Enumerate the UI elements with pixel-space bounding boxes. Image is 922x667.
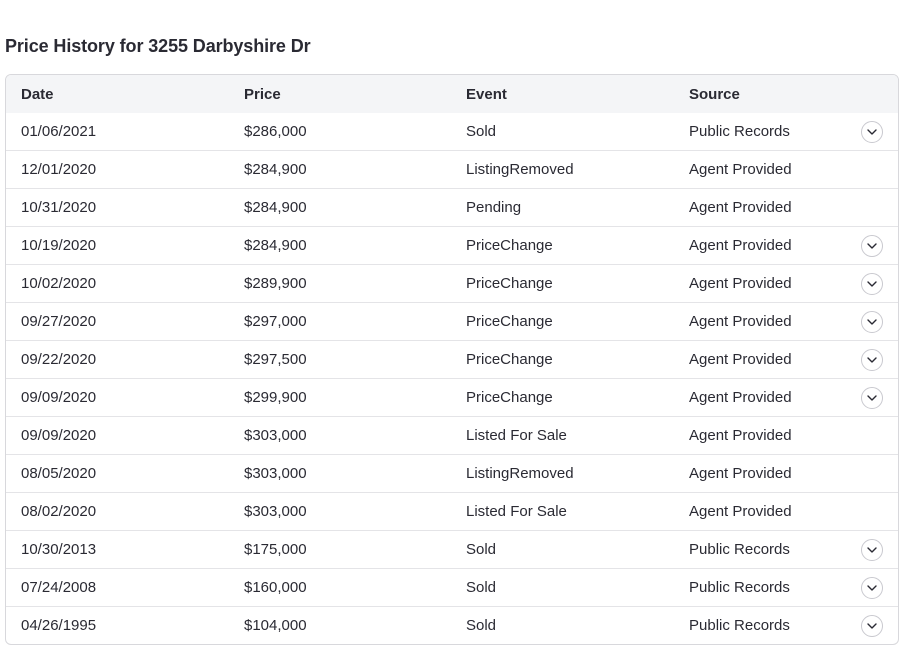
event-cell: Sold [466,617,497,634]
expand-row-button[interactable] [861,576,883,599]
table-row: 09/09/2020 $299,900 PriceChange Agent Pr… [6,378,898,416]
chevron-down-icon [867,318,877,325]
price-cell: $175,000 [244,541,307,558]
event-cell: Listed For Sale [466,427,567,444]
event-cell: PriceChange [466,313,553,330]
date-cell: 10/19/2020 [21,237,97,254]
table-row: 10/30/2013 $175,000 Sold Public Records [6,530,898,568]
table-row: 10/02/2020 $289,900 PriceChange Agent Pr… [6,264,898,302]
table-header-row: Date Price Event Source [6,75,898,113]
table-row: 08/02/2020 $303,000 Listed For Sale Agen… [6,492,898,530]
column-header-price: Price [244,85,281,103]
chevron-down-icon [867,546,877,553]
price-cell: $303,000 [244,503,307,520]
source-cell: Agent Provided [689,465,792,482]
table-row: 09/27/2020 $297,000 PriceChange Agent Pr… [6,302,898,340]
chevron-down-icon [867,356,877,363]
source-cell: Public Records [689,617,790,634]
date-cell: 10/30/2013 [21,541,97,558]
date-cell: 12/01/2020 [21,161,97,178]
chevron-down-icon [867,584,877,591]
price-cell: $297,000 [244,313,307,330]
page-title: Price History for 3255 Darbyshire Dr [5,36,311,56]
column-header-event: Event [466,85,507,103]
source-cell: Agent Provided [689,389,792,406]
expand-row-button[interactable] [861,310,883,333]
event-cell: PriceChange [466,351,553,368]
expand-row-button[interactable] [861,348,883,371]
table-body: 01/06/2021 $286,000 Sold Public Records … [6,113,898,644]
date-cell: 01/06/2021 [21,123,97,140]
source-cell: Agent Provided [689,503,792,520]
date-cell: 10/31/2020 [21,199,97,216]
table-row: 07/24/2008 $160,000 Sold Public Records [6,568,898,606]
price-cell: $303,000 [244,427,307,444]
price-cell: $284,900 [244,237,307,254]
date-cell: 08/05/2020 [21,465,97,482]
source-cell: Agent Provided [689,237,792,254]
expand-row-button[interactable] [861,234,883,257]
source-cell: Agent Provided [689,351,792,368]
chevron-down-icon [867,128,877,135]
chevron-down-icon [867,280,877,287]
source-cell: Public Records [689,541,790,558]
table-row: 09/09/2020 $303,000 Listed For Sale Agen… [6,416,898,454]
event-cell: PriceChange [466,237,553,254]
source-cell: Public Records [689,579,790,596]
event-cell: ListingRemoved [466,465,574,482]
table-row: 12/01/2020 $284,900 ListingRemoved Agent… [6,150,898,188]
date-cell: 09/09/2020 [21,389,97,406]
price-cell: $284,900 [244,161,307,178]
source-cell: Agent Provided [689,199,792,216]
source-cell: Agent Provided [689,275,792,292]
source-cell: Agent Provided [689,161,792,178]
event-cell: Sold [466,579,497,596]
chevron-down-icon [867,622,877,629]
price-history-table: Date Price Event Source 01/06/2021 $286,… [5,74,899,645]
date-cell: 04/26/1995 [21,617,97,634]
date-cell: 10/02/2020 [21,275,97,292]
price-cell: $299,900 [244,389,307,406]
chevron-down-icon [867,394,877,401]
chevron-down-icon [867,242,877,249]
event-cell: Sold [466,541,497,558]
event-cell: Listed For Sale [466,503,567,520]
event-cell: PriceChange [466,389,553,406]
price-cell: $286,000 [244,123,307,140]
source-cell: Agent Provided [689,427,792,444]
table-row: 10/31/2020 $284,900 Pending Agent Provid… [6,188,898,226]
price-cell: $303,000 [244,465,307,482]
date-cell: 09/22/2020 [21,351,97,368]
expand-row-button[interactable] [861,272,883,295]
date-cell: 08/02/2020 [21,503,97,520]
expand-row-button[interactable] [861,538,883,561]
event-cell: PriceChange [466,275,553,292]
date-cell: 07/24/2008 [21,579,97,596]
price-cell: $284,900 [244,199,307,216]
date-cell: 09/27/2020 [21,313,97,330]
expand-row-button[interactable] [861,614,883,637]
event-cell: Sold [466,123,497,140]
price-cell: $289,900 [244,275,307,292]
expand-row-button[interactable] [861,120,883,143]
table-row: 10/19/2020 $284,900 PriceChange Agent Pr… [6,226,898,264]
price-cell: $297,500 [244,351,307,368]
price-cell: $160,000 [244,579,307,596]
table-row: 08/05/2020 $303,000 ListingRemoved Agent… [6,454,898,492]
table-row: 09/22/2020 $297,500 PriceChange Agent Pr… [6,340,898,378]
source-cell: Agent Provided [689,313,792,330]
column-header-source: Source [689,85,740,103]
expand-row-button[interactable] [861,386,883,409]
event-cell: Pending [466,199,522,216]
table-row: 04/26/1995 $104,000 Sold Public Records [6,606,898,644]
event-cell: ListingRemoved [466,161,574,178]
source-cell: Public Records [689,123,790,140]
table-row: 01/06/2021 $286,000 Sold Public Records [6,113,898,150]
date-cell: 09/09/2020 [21,427,97,444]
column-header-date: Date [21,85,54,103]
price-cell: $104,000 [244,617,307,634]
